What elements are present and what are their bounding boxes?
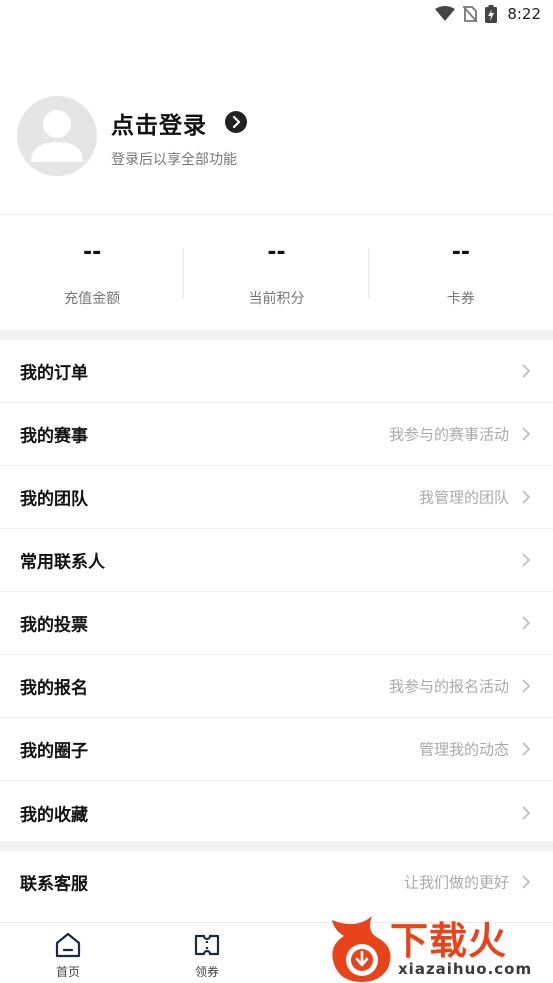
menu-item-favorites[interactable]: 我的收藏 (0, 781, 553, 844)
status-icons: 8:22 (435, 5, 541, 23)
section-gap (0, 841, 553, 851)
stat-label: 卡券 (446, 291, 475, 307)
no-sim-icon (463, 6, 478, 22)
chevron-right-icon (522, 679, 531, 693)
menu-item-hint: 我参与的报名活动 (388, 677, 509, 696)
chevron-right-icon (522, 364, 531, 378)
menu-item-hint: 让我们做的更好 (403, 873, 509, 891)
menu-item-events[interactable]: 我的赛事 我参与的赛事活动 (0, 403, 553, 466)
menu-item-label: 我的报名 (20, 678, 88, 699)
menu-item-contacts[interactable]: 常用联系人 (0, 529, 553, 592)
tab-label: 首页 (55, 965, 80, 979)
stat-label: 充值金额 (64, 291, 121, 307)
menu-service: 联系客服 让我们做的更好 (0, 851, 553, 912)
menu-main: 我的订单 我的赛事 我参与的赛事活动 我的团队 我管理的团队 常用联系人 我的投… (0, 340, 553, 844)
menu-item-label: 我的圈子 (20, 741, 88, 762)
chevron-right-icon (522, 805, 531, 820)
watermark-domain: xiazaihuo.com (398, 960, 533, 978)
chevron-right-icon (522, 874, 531, 889)
menu-item-hint: 我管理的团队 (418, 488, 509, 507)
divider (0, 214, 553, 215)
menu-item-registrations[interactable]: 我的报名 我参与的报名活动 (0, 655, 553, 718)
flame-logo-icon (332, 916, 391, 982)
chevron-right-icon (522, 616, 531, 630)
profile-header[interactable]: 点击登录 登录后以享全部功能 (17, 96, 537, 178)
default-avatar-icon[interactable] (17, 96, 97, 176)
chevron-right-icon (522, 742, 531, 756)
menu-item-label: 联系客服 (20, 874, 88, 894)
login-title[interactable]: 点击登录 (111, 106, 207, 140)
menu-item-hint: 管理我的动态 (418, 740, 509, 759)
menu-item-team[interactable]: 我的团队 我管理的团队 (0, 466, 553, 529)
chevron-right-circle-icon[interactable] (225, 111, 247, 133)
tab-coupons[interactable]: 领券 (167, 931, 247, 980)
section-gap (0, 330, 553, 340)
watermark-logo: 下载火 xiazaihuo.com (326, 910, 551, 983)
menu-item-customer-service[interactable]: 联系客服 让我们做的更好 (0, 851, 553, 912)
stat-value: -- (267, 240, 286, 265)
tab-label: 领券 (194, 965, 219, 979)
menu-item-label: 我的订单 (20, 363, 88, 384)
menu-item-label: 我的投票 (20, 615, 88, 636)
wifi-icon (435, 6, 456, 21)
menu-item-label: 我的收藏 (20, 805, 88, 825)
menu-item-orders[interactable]: 我的订单 (0, 340, 553, 403)
watermark-brand: 下载火 (390, 919, 508, 963)
stat-coupons[interactable]: -- 卡券 (369, 216, 553, 330)
battery-icon (485, 5, 498, 23)
stat-recharge[interactable]: -- 充值金额 (0, 216, 185, 330)
chevron-right-icon (522, 553, 531, 567)
menu-item-hint: 我参与的赛事活动 (388, 425, 509, 444)
menu-item-label: 我的赛事 (20, 426, 88, 447)
menu-item-label: 常用联系人 (20, 552, 105, 573)
chevron-right-icon (522, 427, 531, 441)
stat-label: 当前积分 (248, 291, 305, 307)
stat-points[interactable]: -- 当前积分 (184, 216, 369, 330)
ticket-icon (194, 934, 220, 956)
status-bar: 8:22 (0, 0, 553, 30)
chevron-right-icon (522, 490, 531, 504)
stat-value: -- (451, 240, 470, 265)
stat-value: -- (83, 240, 102, 265)
menu-item-votes[interactable]: 我的投票 (0, 592, 553, 655)
stats-row: -- 充值金额 -- 当前积分 -- 卡券 (0, 216, 553, 330)
menu-item-label: 我的团队 (20, 489, 88, 510)
menu-item-circle[interactable]: 我的圈子 管理我的动态 (0, 718, 553, 781)
tab-home[interactable]: 首页 (28, 931, 108, 980)
login-subtitle: 登录后以享全部功能 (111, 152, 237, 168)
status-time: 8:22 (507, 5, 541, 23)
home-icon (55, 932, 81, 958)
